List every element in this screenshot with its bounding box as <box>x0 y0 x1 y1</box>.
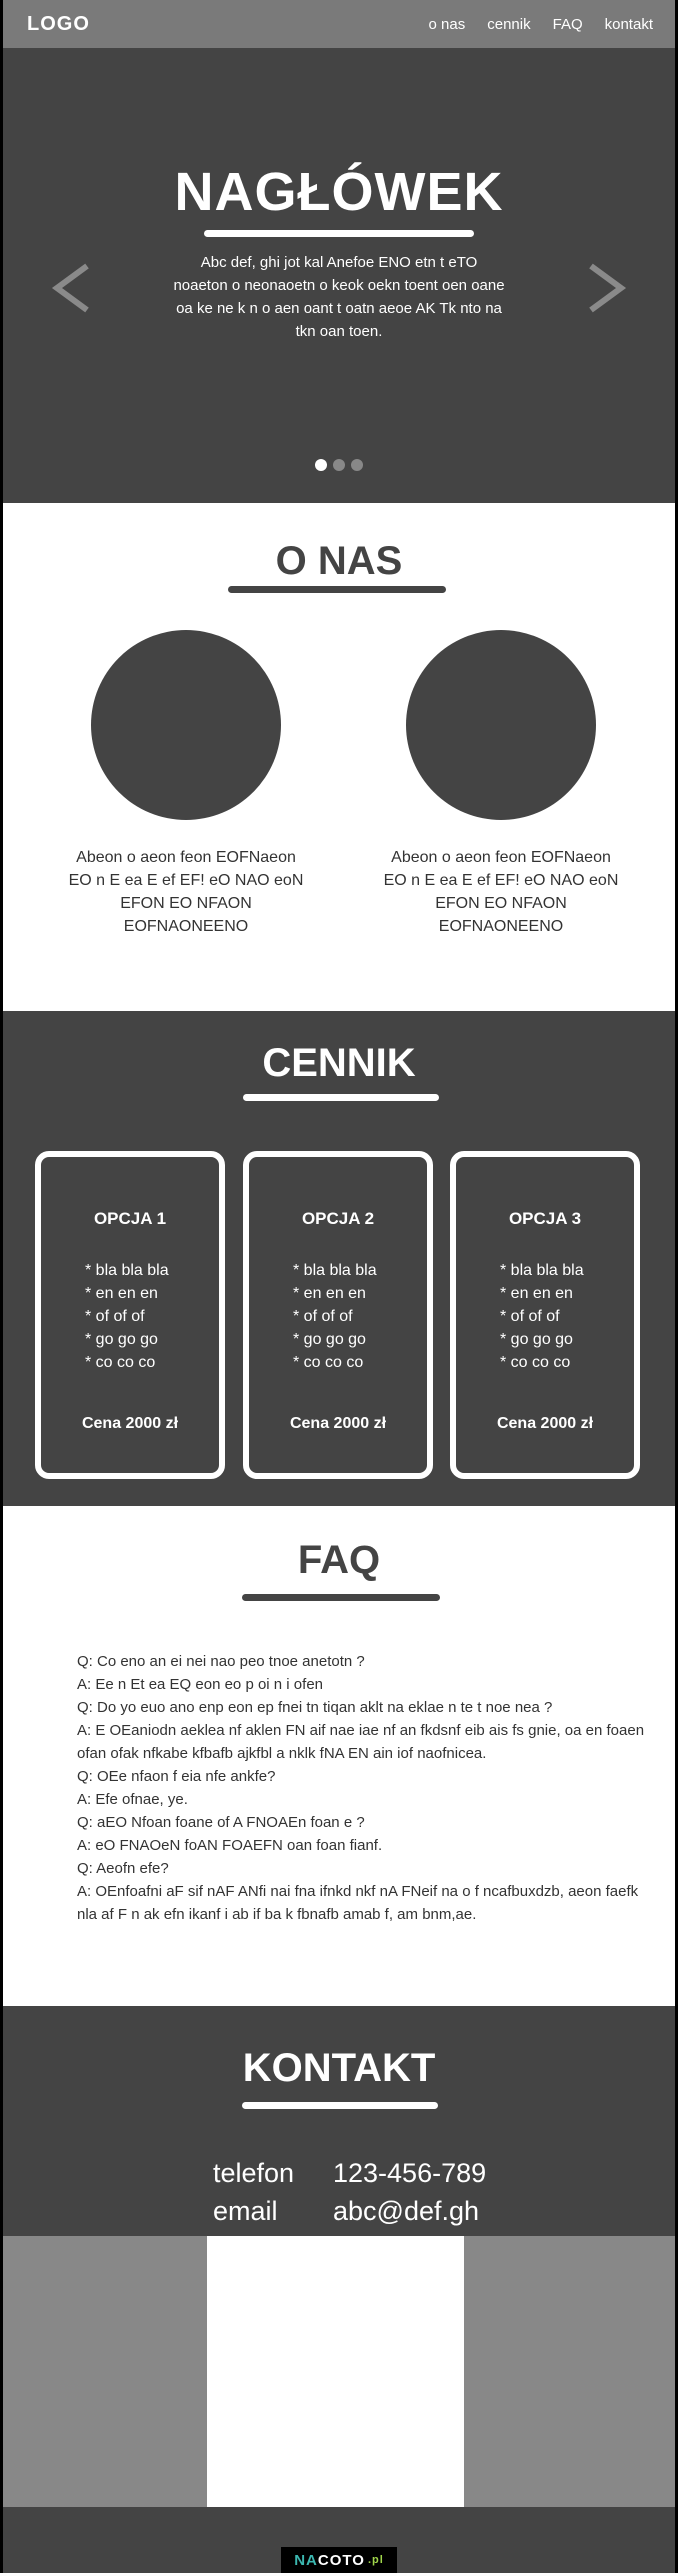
feature-item: * en en en <box>293 1285 366 1302</box>
about-text-2: Abeon o aeon feon EOFNaeon EO n E ea E e… <box>383 849 619 935</box>
chevron-left-icon[interactable] <box>51 258 91 318</box>
faq-answer: A: eO FNAOeN foAN FOAEFN oan foan fianf. <box>77 1837 383 1854</box>
nav-link-cennik[interactable]: cennik <box>487 16 530 33</box>
faq-section: FAQ Q: Co eno an ei nei nao peo tnoe ane… <box>3 1506 675 2006</box>
pricing-card-price: Cena 2000 zł <box>81 1415 179 1432</box>
phone-label: telefon <box>213 2158 295 2188</box>
feature-item: * bla bla bla <box>293 1262 377 1279</box>
about-image-1 <box>91 630 281 820</box>
map-section <box>3 2236 675 2507</box>
feature-item: * of of of <box>85 1308 145 1325</box>
pricing-card-price: Cena 2000 zł <box>289 1415 387 1432</box>
pricing-section: CENNIK OPCJA 1 * bla bla bla * en en en … <box>3 1011 675 1506</box>
pricing-card-title: OPCJA 3 <box>508 1209 582 1228</box>
pricing-card-1[interactable]: OPCJA 1 * bla bla bla * en en en * of of… <box>35 1151 225 1479</box>
feature-item: * en en en <box>85 1285 158 1302</box>
about-image-2 <box>406 630 596 820</box>
chevron-right-icon[interactable] <box>587 258 627 318</box>
feature-item: * bla bla bla <box>85 1262 169 1279</box>
hero-title: NAGŁÓWEK <box>174 162 504 222</box>
feature-item: * go go go <box>293 1331 366 1348</box>
feature-item: * co co co <box>500 1354 571 1371</box>
contact-row-email: email abc@def.gh <box>213 2192 486 2230</box>
about-title: O NAS <box>275 539 403 583</box>
pricing-card-features: * bla bla bla * en en en * of of of * go… <box>500 1259 584 1374</box>
feature-item: * en en en <box>500 1285 573 1302</box>
footer-brand-badge[interactable]: NA COTO .pl <box>281 2547 397 2573</box>
about-section: O NAS Abeon o aeon feon EOFNaeon EO n E … <box>3 503 675 1011</box>
top-navbar: LOGO o nas cennik FAQ kontakt <box>3 0 675 48</box>
contact-section: KONTAKT telefon 123-456-789 email abc@de… <box>3 2006 675 2236</box>
pricing-card-3[interactable]: OPCJA 3 * bla bla bla * en en en * of of… <box>450 1151 640 1479</box>
pricing-title-underline <box>243 1094 439 1101</box>
faq-answer: A: E OEaniodn aeklea nf aklen FN aif nae… <box>77 1722 645 1762</box>
slider-dot-2[interactable] <box>333 459 345 471</box>
feature-item: * co co co <box>85 1354 156 1371</box>
feature-item: * co co co <box>293 1354 364 1371</box>
hero-title-underline <box>204 230 474 237</box>
about-title-underline <box>228 586 446 593</box>
feature-item: * go go go <box>85 1331 158 1348</box>
badge-text-1: NA <box>294 2551 318 2569</box>
badge-text-2: COTO <box>317 2551 365 2569</box>
pricing-card-title: OPCJA 1 <box>93 1209 167 1228</box>
about-text-1: Abeon o aeon feon EOFNaeon EO n E ea E e… <box>68 849 304 935</box>
contact-title: KONTAKT <box>242 2046 436 2090</box>
feature-item: * of of of <box>293 1308 353 1325</box>
pricing-title: CENNIK <box>262 1041 416 1085</box>
feature-item: * bla bla bla <box>500 1262 584 1279</box>
nav-link-o-nas[interactable]: o nas <box>429 16 466 33</box>
hero-text: Abc def, ghi jot kal Anefoe ENO etn t eT… <box>173 254 505 340</box>
faq-title-underline <box>242 1594 440 1601</box>
faq-question: Q: Aeofn efe? <box>77 1860 169 1877</box>
nav-link-kontakt[interactable]: kontakt <box>605 16 653 33</box>
pricing-card-2[interactable]: OPCJA 2 * bla bla bla * en en en * of of… <box>243 1151 433 1479</box>
faq-list: Q: Co eno an ei nei nao peo tnoe anetotn… <box>77 1650 647 1926</box>
phone-value[interactable]: 123-456-789 <box>333 2154 486 2192</box>
contact-details: telefon 123-456-789 email abc@def.gh <box>213 2154 486 2230</box>
faq-question: Q: Co eno an ei nei nao peo tnoe anetotn… <box>77 1653 365 1670</box>
faq-title: FAQ <box>297 1538 381 1582</box>
slider-dots <box>315 459 363 471</box>
email-label: email <box>213 2196 278 2226</box>
map-placeholder[interactable] <box>207 2236 464 2507</box>
nav-link-faq[interactable]: FAQ <box>553 16 583 33</box>
hero-slider: NAGŁÓWEK Abc def, ghi jot kal Anefoe ENO… <box>3 48 675 503</box>
nav-links: o nas cennik FAQ kontakt <box>429 16 653 33</box>
pricing-card-features: * bla bla bla * en en en * of of of * go… <box>85 1259 169 1374</box>
feature-item: * of of of <box>500 1308 560 1325</box>
feature-item: * go go go <box>500 1331 573 1348</box>
slider-dot-3[interactable] <box>351 459 363 471</box>
faq-question: Q: OEe nfaon f eia nfe ankfe? <box>77 1768 276 1785</box>
footer: NA COTO .pl <box>3 2507 675 2573</box>
faq-answer: A: Efe ofnae, ye. <box>77 1791 188 1808</box>
page-frame: LOGO o nas cennik FAQ kontakt NAGŁÓWEK A… <box>3 0 675 2573</box>
slider-dot-1[interactable] <box>315 459 327 471</box>
pricing-card-features: * bla bla bla * en en en * of of of * go… <box>293 1259 377 1374</box>
contact-title-underline <box>242 2102 438 2109</box>
faq-question: Q: Do yo euo ano enp eon ep fnei tn tiqa… <box>77 1699 553 1716</box>
contact-row-phone: telefon 123-456-789 <box>213 2154 486 2192</box>
pricing-card-price: Cena 2000 zł <box>496 1415 594 1432</box>
badge-text-3: .pl <box>367 2554 384 2566</box>
faq-answer: A: Ee n Et ea EQ eon eo p oi n i ofen <box>77 1676 323 1693</box>
logo[interactable]: LOGO <box>27 13 90 36</box>
faq-question: Q: aEO Nfoan foane of A FNOAEn foan e ? <box>77 1814 365 1831</box>
pricing-card-title: OPCJA 2 <box>301 1209 375 1228</box>
email-value[interactable]: abc@def.gh <box>333 2192 479 2230</box>
faq-answer: A: OEnfoafni aF sif nAF ANfi nai fna ifn… <box>77 1883 639 1923</box>
